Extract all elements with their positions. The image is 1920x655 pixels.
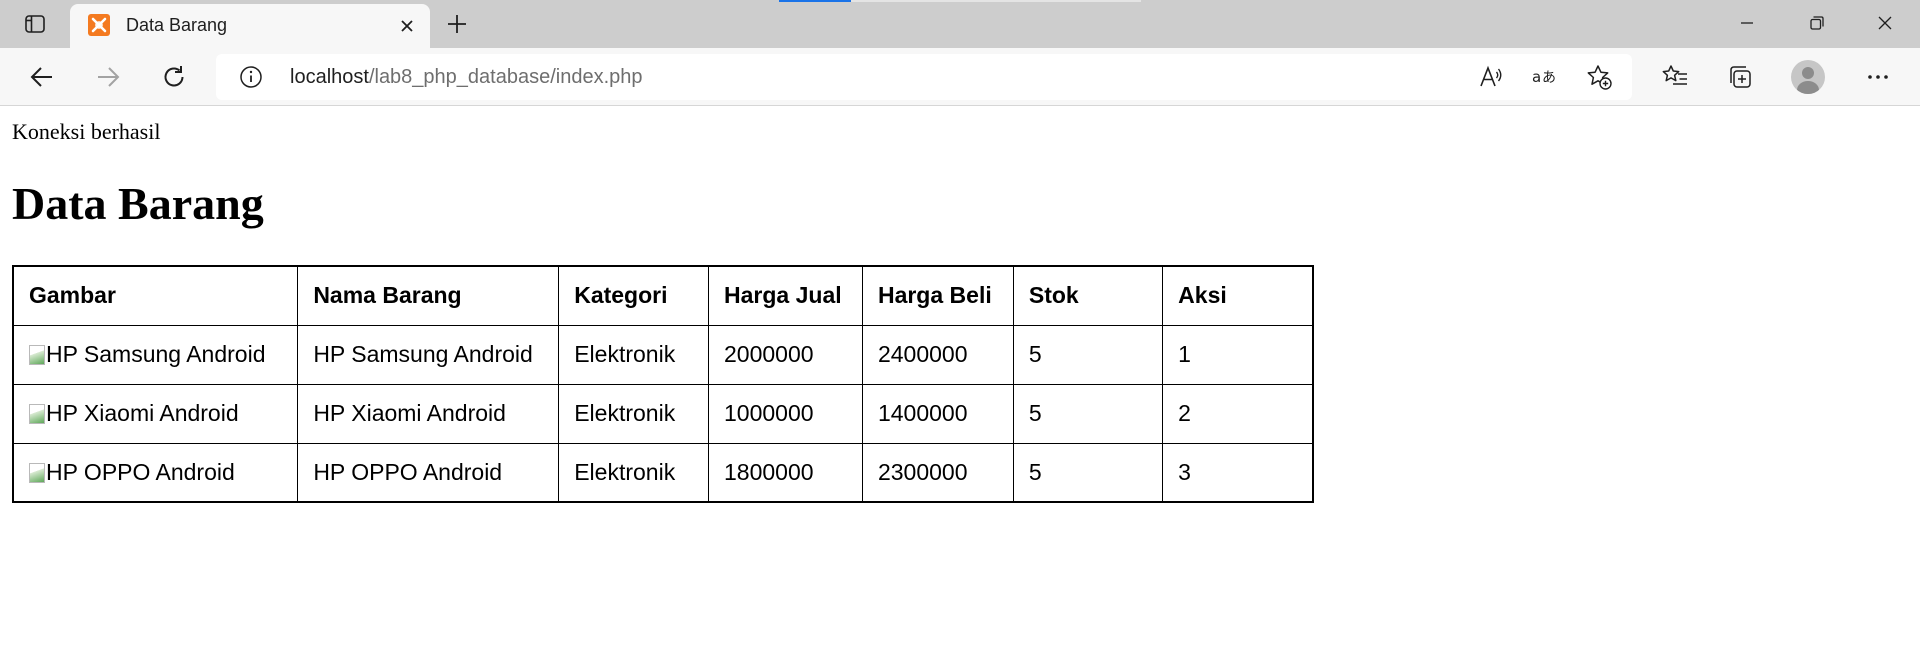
page-content: Koneksi berhasil Data Barang Gambar Nama… [0,107,1920,655]
table-row: HP Samsung Android HP Samsung Android El… [12,324,1314,385]
tab-actions-button[interactable] [12,8,58,40]
collections-button[interactable] [1720,57,1760,97]
image-alt-text: HP Xiaomi Android [46,400,239,426]
cell-harga-beli: 1400000 [861,383,1014,444]
restore-button[interactable] [1782,0,1852,46]
column-header-kategori: Kategori [558,265,710,326]
cell-aksi: 1 [1162,324,1314,385]
url-path: /lab8_php_database/index.php [368,66,643,88]
table-row: HP OPPO Android HP OPPO Android Elektron… [12,442,1314,503]
address-bar[interactable]: localhost/lab8_php_database/index.php a … [216,54,1632,100]
image-alt-text: HP OPPO Android [46,458,235,485]
refresh-button[interactable] [154,57,194,97]
broken-image-icon [29,462,45,483]
profile-button[interactable] [1788,57,1828,97]
cell-kategori: Elektronik [558,442,710,503]
cell-nama-barang: HP Xiaomi Android [297,383,560,444]
arrow-right-icon [98,67,120,87]
forward-button[interactable] [88,57,128,97]
broken-image-icon [29,404,45,424]
star-add-icon [1587,65,1612,90]
plus-icon [448,15,466,33]
minimize-button[interactable] [1712,0,1782,46]
arrow-left-icon [30,67,52,87]
column-header-nama-barang: Nama Barang [297,265,560,326]
close-icon [401,20,413,32]
favorites-icon [1662,65,1687,85]
cell-gambar: HP Samsung Android [12,324,299,385]
more-icon [1868,75,1888,79]
info-icon [240,66,262,88]
cell-gambar: HP Xiaomi Android [12,383,299,444]
cell-kategori: Elektronik [558,383,710,444]
back-button[interactable] [22,57,62,97]
image-alt-text: HP Samsung Android [46,341,266,367]
connection-status-text: Koneksi berhasil [12,119,161,144]
cell-nama-barang: HP Samsung Android [297,324,560,385]
column-header-gambar: Gambar [12,265,299,326]
tab-actions-icon [25,15,45,33]
close-icon [1878,16,1892,30]
table-row: HP Xiaomi Android HP Xiaomi Android Elek… [12,383,1314,444]
tab-active[interactable]: Data Barang [70,4,430,48]
data-table: Gambar Nama Barang Kategori Harga Jual H… [12,265,1314,503]
cell-gambar: HP OPPO Android [12,442,299,503]
cell-harga-jual: 1000000 [708,383,863,444]
loading-track [851,0,1141,2]
favorites-button[interactable] [1655,57,1695,97]
cell-harga-jual: 1800000 [708,442,863,503]
settings-menu-button[interactable] [1858,57,1898,97]
collections-icon [1730,66,1751,88]
svg-text:a: a [1532,68,1541,86]
translate-button[interactable]: a あ [1526,58,1564,96]
refresh-icon [164,66,184,87]
browser-toolbar: localhost/lab8_php_database/index.php a … [0,48,1920,106]
cell-harga-jual: 2000000 [708,324,863,385]
cell-harga-beli: 2400000 [861,324,1014,385]
cell-stok: 5 [1012,383,1164,444]
cell-aksi: 3 [1162,442,1314,503]
cell-stok: 5 [1012,324,1164,385]
table-header-row: Gambar Nama Barang Kategori Harga Jual H… [12,265,1314,326]
avatar [1791,60,1825,94]
url-host: localhost [290,66,369,88]
close-tab-button[interactable] [396,15,418,37]
column-header-aksi: Aksi [1162,265,1314,326]
restore-icon [1810,16,1824,30]
new-tab-button[interactable] [440,8,474,40]
read-aloud-icon [1480,65,1502,87]
column-header-stok: Stok [1012,265,1164,326]
cell-aksi: 2 [1162,383,1314,444]
xampp-icon [88,14,110,36]
column-header-harga-beli: Harga Beli [861,265,1014,326]
loading-indicator [779,0,851,2]
broken-image-icon [29,345,45,365]
read-aloud-button[interactable] [1472,58,1510,96]
url-text[interactable]: localhost/lab8_php_database/index.php [290,66,643,89]
tab-title: Data Barang [126,15,228,35]
column-header-harga-jual: Harga Jual [708,265,863,326]
close-window-button[interactable] [1850,0,1920,46]
cell-kategori: Elektronik [558,324,710,385]
site-info-button[interactable] [238,64,264,90]
page-title: Data Barang [12,178,264,229]
translate-icon: a あ [1532,68,1556,86]
svg-text:あ: あ [1542,70,1556,86]
minimize-icon [1741,22,1753,24]
cell-stok: 5 [1012,442,1164,503]
add-favorite-button[interactable] [1580,58,1618,96]
cell-harga-beli: 2300000 [861,442,1014,503]
tab-strip: Data Barang [0,0,1920,48]
cell-nama-barang: HP OPPO Android [297,442,560,503]
